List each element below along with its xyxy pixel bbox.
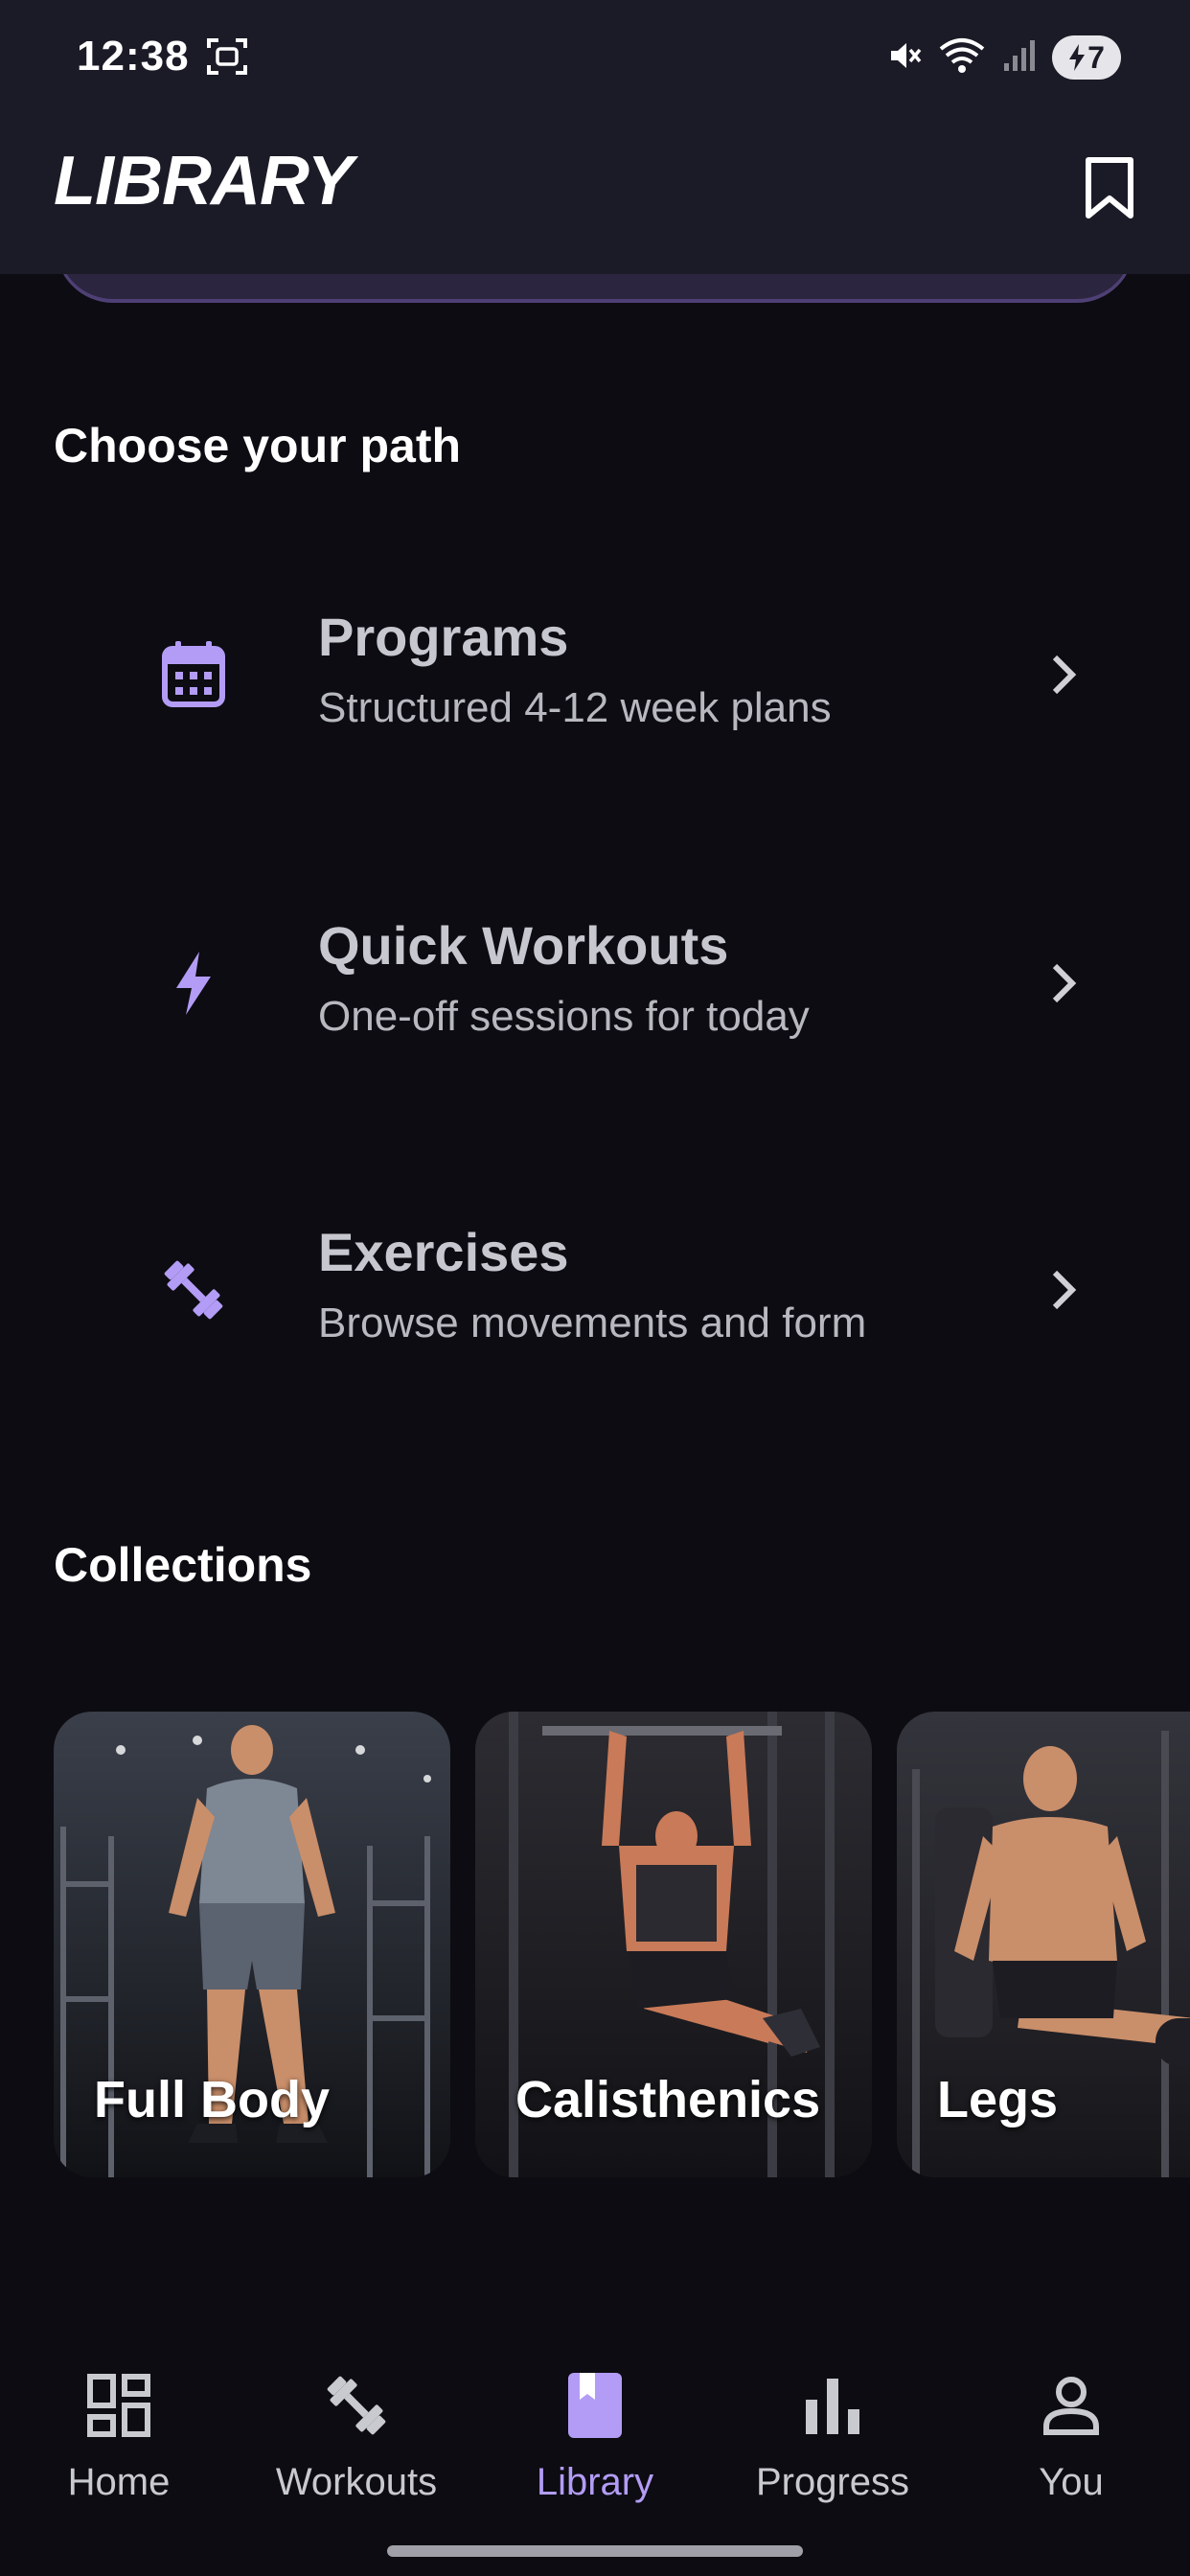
path-subtitle: One-off sessions for today bbox=[318, 993, 810, 1040]
collection-card-label: Calisthenics bbox=[515, 2071, 821, 2128]
dashboard-icon bbox=[80, 2367, 157, 2444]
path-title: Programs bbox=[318, 607, 569, 667]
dumbbell-icon bbox=[148, 1244, 240, 1336]
lightning-icon bbox=[148, 937, 240, 1029]
nav-item-library[interactable]: Library bbox=[480, 2367, 710, 2540]
nav-label: You bbox=[1039, 2461, 1104, 2503]
path-title: Exercises bbox=[318, 1222, 569, 1282]
status-icons: 7 bbox=[885, 33, 1121, 82]
chevron-right-icon bbox=[1044, 646, 1083, 703]
status-bar: 12:38 7 bbox=[0, 0, 1190, 115]
nav-item-workouts[interactable]: Workouts bbox=[241, 2367, 471, 2540]
collection-card-calisthenics[interactable]: Calisthenics bbox=[475, 1712, 872, 2177]
path-subtitle: Browse movements and form bbox=[318, 1300, 867, 1346]
person-icon bbox=[1033, 2367, 1110, 2444]
collections-carousel[interactable]: Full Body Calisthenics Legs bbox=[0, 1712, 1190, 2177]
bookmark-button[interactable] bbox=[1079, 150, 1140, 226]
battery-level: 7 bbox=[1087, 39, 1105, 75]
bookmark-icon bbox=[1086, 157, 1133, 218]
collection-card-label: Full Body bbox=[94, 2071, 330, 2128]
home-indicator[interactable] bbox=[387, 2545, 803, 2557]
nav-item-you[interactable]: You bbox=[956, 2367, 1186, 2540]
nav-item-progress[interactable]: Progress bbox=[718, 2367, 948, 2540]
collection-card-legs[interactable]: Legs bbox=[897, 1712, 1190, 2177]
collection-card-label: Legs bbox=[937, 2071, 1059, 2128]
dumbbell-icon bbox=[318, 2367, 395, 2444]
collection-card-full-body[interactable]: Full Body bbox=[54, 1712, 450, 2177]
nav-label: Library bbox=[536, 2461, 654, 2503]
app-header: LIBRARY bbox=[0, 115, 1190, 274]
nav-label: Workouts bbox=[275, 2461, 438, 2503]
path-title: Quick Workouts bbox=[318, 915, 729, 976]
screenshot-icon bbox=[205, 34, 249, 79]
bar-chart-icon bbox=[794, 2367, 871, 2444]
path-item-exercises[interactable]: Exercises Browse movements and form bbox=[54, 1194, 1136, 1386]
battery-icon: 7 bbox=[1052, 35, 1121, 80]
chevron-right-icon bbox=[1044, 1261, 1083, 1319]
path-item-quick-workouts[interactable]: Quick Workouts One-off sessions for toda… bbox=[54, 887, 1136, 1079]
collections-heading: Collections bbox=[54, 1538, 312, 1592]
status-time: 12:38 bbox=[77, 33, 190, 80]
wifi-icon bbox=[937, 35, 987, 80]
nav-item-home[interactable]: Home bbox=[4, 2367, 234, 2540]
book-icon bbox=[557, 2367, 633, 2444]
page-title: LIBRARY bbox=[54, 143, 354, 219]
path-item-programs[interactable]: Programs Structured 4-12 week plans bbox=[54, 579, 1136, 770]
path-subtitle: Structured 4-12 week plans bbox=[318, 684, 832, 731]
calendar-icon bbox=[148, 629, 240, 721]
mute-icon bbox=[885, 36, 924, 80]
choose-path-heading: Choose your path bbox=[54, 419, 462, 472]
chevron-right-icon bbox=[1044, 954, 1083, 1012]
nav-label: Home bbox=[67, 2461, 171, 2503]
nav-label: Progress bbox=[755, 2461, 910, 2503]
signal-icon bbox=[1000, 36, 1039, 80]
bottom-nav: Home Workouts Library Progress You bbox=[0, 2319, 1190, 2576]
